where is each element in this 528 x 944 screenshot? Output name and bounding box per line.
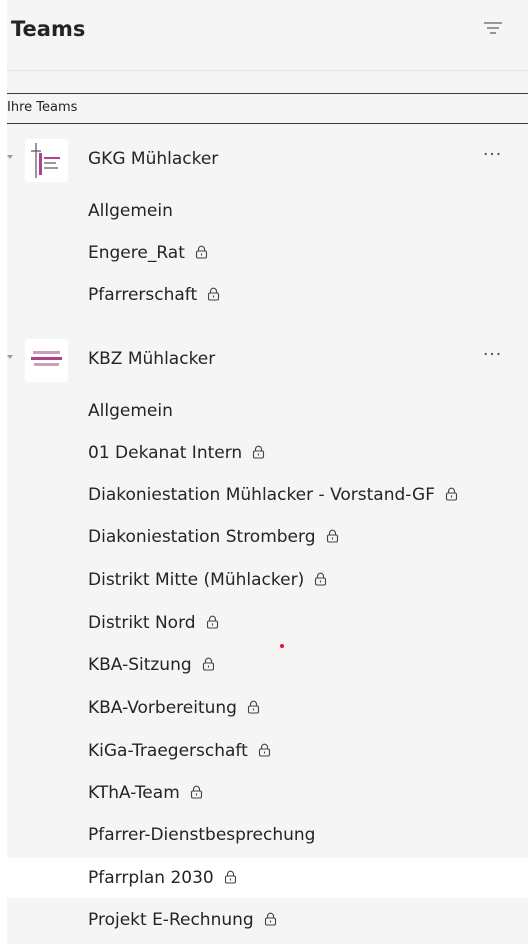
channel-label: Allgemein [88,201,173,221]
channel-name: Projekt E-Rechnung [88,910,254,930]
channel-label: Diakoniestation Mühlacker - Vorstand-GF [88,485,458,506]
teams-panel: Teams Ihre Teams GKG Mühlacker ··· Allgeme… [7,0,528,944]
page-title: Teams [11,17,86,41]
channel-name: Distrikt Mitte (Mühlacker) [88,570,305,590]
channel-item[interactable]: KBA-Vorbereitung [7,688,528,728]
channel-item[interactable]: Diakoniestation Stromberg [7,517,528,557]
channel-name: 01 Dekanat Intern [88,443,243,463]
channel-item[interactable]: Pfarrer-Dienstbesprechung [7,815,528,855]
lock-icon [326,528,339,548]
channel-label: Distrikt Nord [88,613,219,634]
team-avatar [25,139,68,182]
section-header-ihre-teams[interactable]: Ihre Teams [7,93,528,124]
lock-icon [264,911,277,931]
team-avatar [25,339,68,382]
lock-icon [252,444,265,464]
channel-item[interactable]: Distrikt Nord [7,603,528,643]
channel-item[interactable]: Projekt E-Rechnung [7,900,528,940]
channel-name: Diakoniestation Stromberg [88,527,316,547]
channel-name: Distrikt Nord [88,613,196,633]
channel-label: Projekt E-Rechnung [88,910,277,931]
channel-label: Allgemein [88,401,173,421]
channel-label: Pfarrerschaft [88,285,220,306]
lock-icon [314,571,327,591]
channel-item[interactable]: Allgemein [7,191,528,231]
channel-label: KThA-Team [88,783,203,804]
channel-name: Diakoniestation Mühlacker - Vorstand-GF [88,485,435,505]
lock-icon [206,614,219,634]
more-options-icon[interactable]: ··· [483,145,502,165]
channel-name: Pfarrplan 2030 [88,868,214,888]
team-row[interactable]: GKG Mühlacker ··· [7,137,528,182]
channel-item[interactable]: 01 Dekanat Intern [7,433,528,473]
channel-item[interactable]: Engere_Rat [7,233,528,273]
channel-label: KBA-Vorbereitung [88,698,260,719]
lock-icon [202,656,215,676]
lock-icon [247,699,260,719]
chevron-down-icon[interactable] [7,355,13,359]
lock-icon [445,486,458,506]
notification-dot [280,644,284,648]
channel-name: KBA-Vorbereitung [88,698,237,718]
channel-item[interactable]: KThA-Team [7,773,528,813]
team-name: GKG Mühlacker [88,149,219,169]
channel-name: KThA-Team [88,783,180,803]
team-name: KBZ Mühlacker [88,349,216,369]
channel-name: Allgemein [88,401,173,421]
teams-header: Teams [7,0,528,71]
channel-name: Engere_Rat [88,243,185,263]
channel-item[interactable]: KBA-Sitzung [7,645,528,685]
channel-item[interactable]: Pfarrerschaft [7,275,528,315]
chevron-down-icon[interactable] [7,155,13,159]
channel-label: Engere_Rat [88,243,208,264]
filter-icon[interactable] [482,18,504,38]
channel-label: 01 Dekanat Intern [88,443,265,464]
channel-item[interactable]: Pfarrplan 2030 [7,858,528,898]
channel-name: KiGa-Traegerschaft [88,741,248,761]
channel-item[interactable]: Distrikt Mitte (Mühlacker) [7,560,528,600]
channel-name: Allgemein [88,201,173,221]
section-label: Ihre Teams [7,100,78,115]
lock-icon [207,286,220,306]
team-row[interactable]: KBZ Mühlacker ··· [7,337,528,382]
channel-name: Pfarrer-Dienstbesprechung [88,825,316,845]
lock-icon [258,742,271,762]
channel-label: KiGa-Traegerschaft [88,741,271,762]
channel-label: Diakoniestation Stromberg [88,527,339,548]
lock-icon [195,244,208,264]
more-options-icon[interactable]: ··· [483,345,502,365]
channel-item[interactable]: Diakoniestation Mühlacker - Vorstand-GF [7,475,528,515]
lock-icon [190,784,203,804]
lock-icon [224,869,237,889]
channel-label: Pfarrplan 2030 [88,868,237,889]
channel-item[interactable]: KiGa-Traegerschaft [7,731,528,771]
channel-name: Pfarrerschaft [88,285,198,305]
channel-label: KBA-Sitzung [88,655,215,676]
channel-label: Distrikt Mitte (Mühlacker) [88,570,327,591]
channel-label: Pfarrer-Dienstbesprechung [88,825,315,845]
channel-item[interactable]: Allgemein [7,391,528,431]
channel-name: KBA-Sitzung [88,655,192,675]
